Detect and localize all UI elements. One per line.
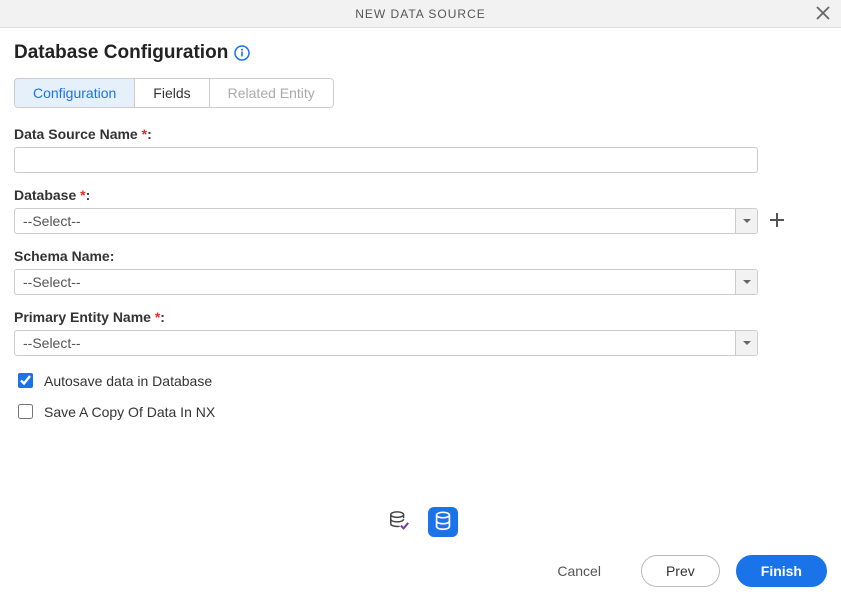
primary-entity-select-value: --Select--	[15, 335, 735, 351]
chevron-down-icon	[735, 331, 757, 355]
page-title: Database Configuration	[14, 42, 228, 64]
field-primary-entity: Primary Entity Name *: --Select--	[14, 309, 827, 356]
prev-button[interactable]: Prev	[641, 555, 720, 587]
field-schema-name: Schema Name: --Select--	[14, 248, 827, 295]
database-select[interactable]: --Select--	[14, 208, 758, 234]
database-select-value: --Select--	[15, 213, 735, 229]
save-copy-checkbox[interactable]	[18, 404, 33, 419]
wizard-steps	[14, 483, 827, 547]
add-database-button[interactable]	[766, 210, 788, 232]
titlebar: NEW DATA SOURCE	[0, 0, 841, 28]
tab-fields[interactable]: Fields	[135, 79, 209, 107]
header-row: Database Configuration	[14, 42, 827, 64]
dialog-body: Database Configuration Configuration Fie…	[0, 28, 841, 547]
database-icon	[432, 510, 454, 535]
autosave-checkbox-row: Autosave data in Database	[14, 370, 827, 391]
step-current-icon[interactable]	[428, 507, 458, 537]
primary-entity-select[interactable]: --Select--	[14, 330, 758, 356]
info-icon[interactable]	[234, 45, 250, 61]
dialog-title: NEW DATA SOURCE	[355, 7, 486, 21]
close-button[interactable]	[813, 4, 833, 24]
autosave-label: Autosave data in Database	[44, 373, 212, 389]
tab-configuration[interactable]: Configuration	[15, 79, 135, 107]
autosave-checkbox[interactable]	[18, 373, 33, 388]
schema-name-select-value: --Select--	[15, 274, 735, 290]
field-database: Database *: --Select--	[14, 187, 827, 234]
label-schema-name: Schema Name:	[14, 248, 827, 264]
dialog-footer: Cancel Prev Finish	[0, 547, 841, 601]
save-copy-label: Save A Copy Of Data In NX	[44, 404, 215, 420]
chevron-down-icon	[735, 209, 757, 233]
label-data-source-name: Data Source Name *:	[14, 126, 827, 142]
field-data-source-name: Data Source Name *:	[14, 126, 827, 173]
data-source-name-input[interactable]	[14, 147, 758, 173]
save-copy-checkbox-row: Save A Copy Of Data In NX	[14, 401, 827, 422]
finish-button[interactable]: Finish	[736, 555, 827, 587]
cancel-button[interactable]: Cancel	[533, 555, 625, 587]
label-primary-entity: Primary Entity Name *:	[14, 309, 827, 325]
step-completed-icon[interactable]	[384, 507, 414, 537]
chevron-down-icon	[735, 270, 757, 294]
schema-name-select[interactable]: --Select--	[14, 269, 758, 295]
new-data-source-dialog: NEW DATA SOURCE Database Configuration C…	[0, 0, 841, 601]
close-icon	[816, 6, 830, 23]
label-database: Database *:	[14, 187, 827, 203]
tab-related-entity: Related Entity	[210, 79, 333, 107]
tabs: Configuration Fields Related Entity	[14, 78, 334, 108]
database-check-icon	[388, 510, 410, 535]
plus-icon	[768, 211, 786, 232]
